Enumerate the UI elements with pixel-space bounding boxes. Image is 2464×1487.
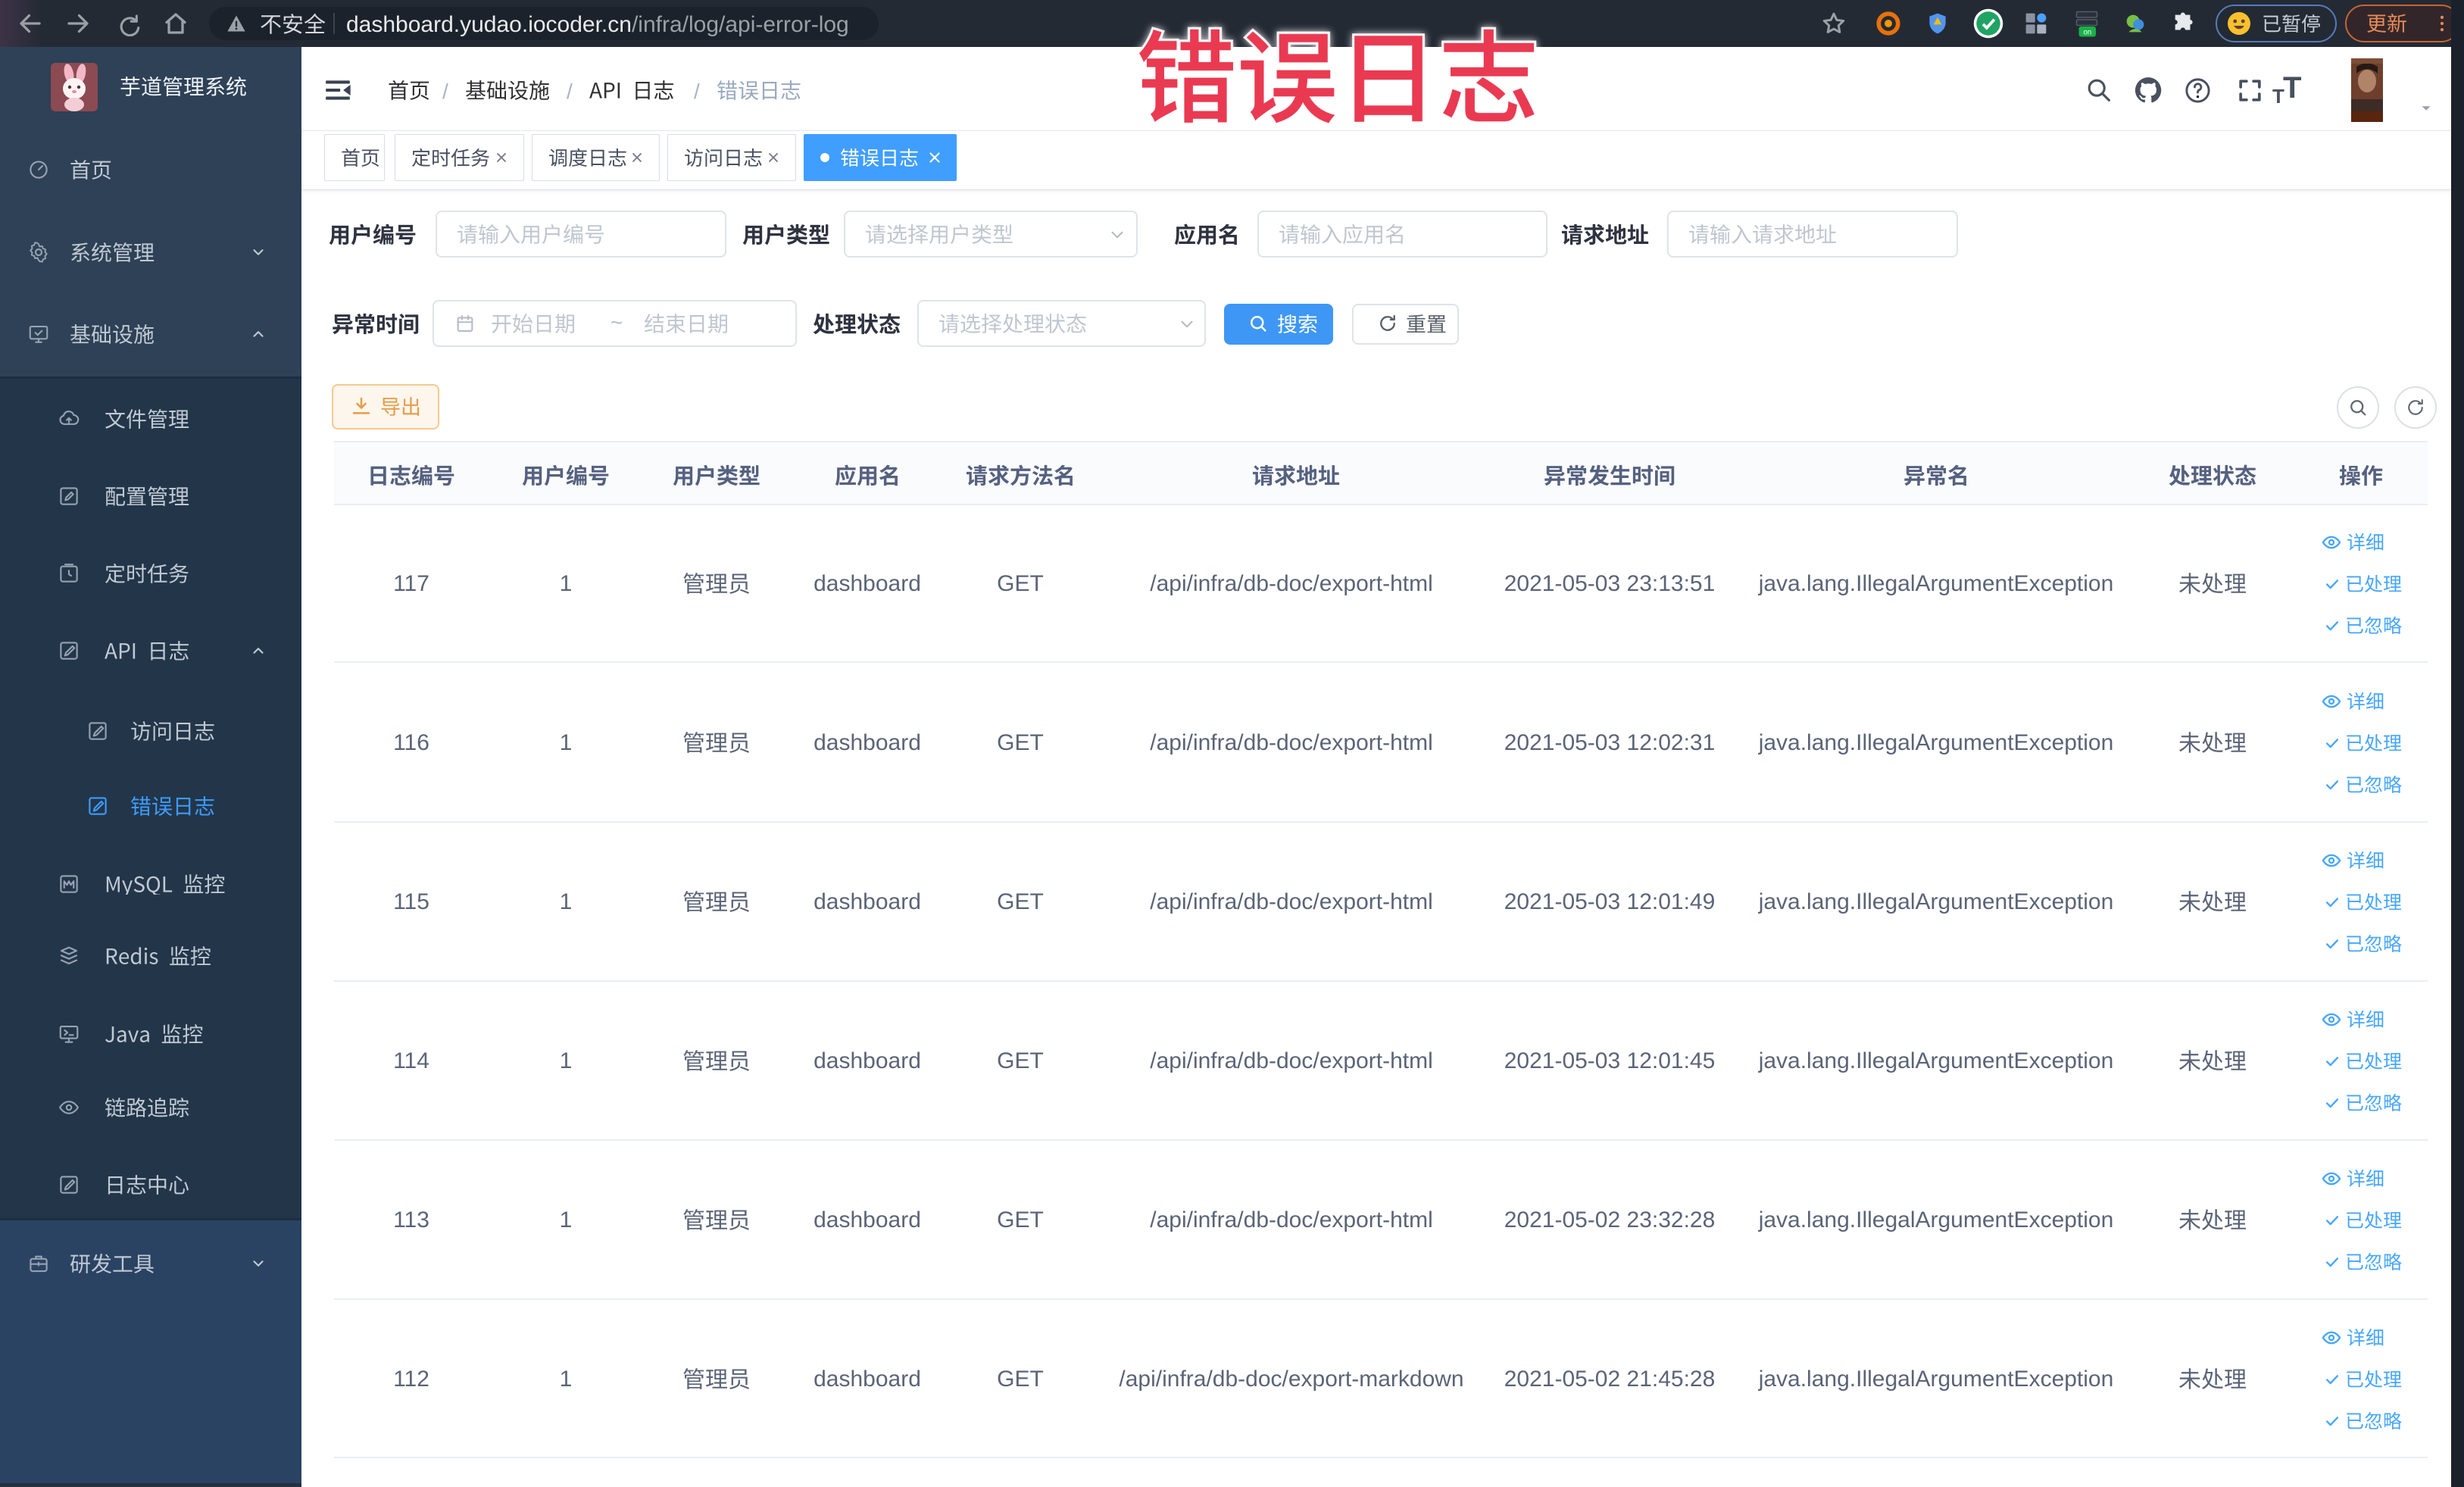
svg-text:on: on [2083,29,2091,37]
